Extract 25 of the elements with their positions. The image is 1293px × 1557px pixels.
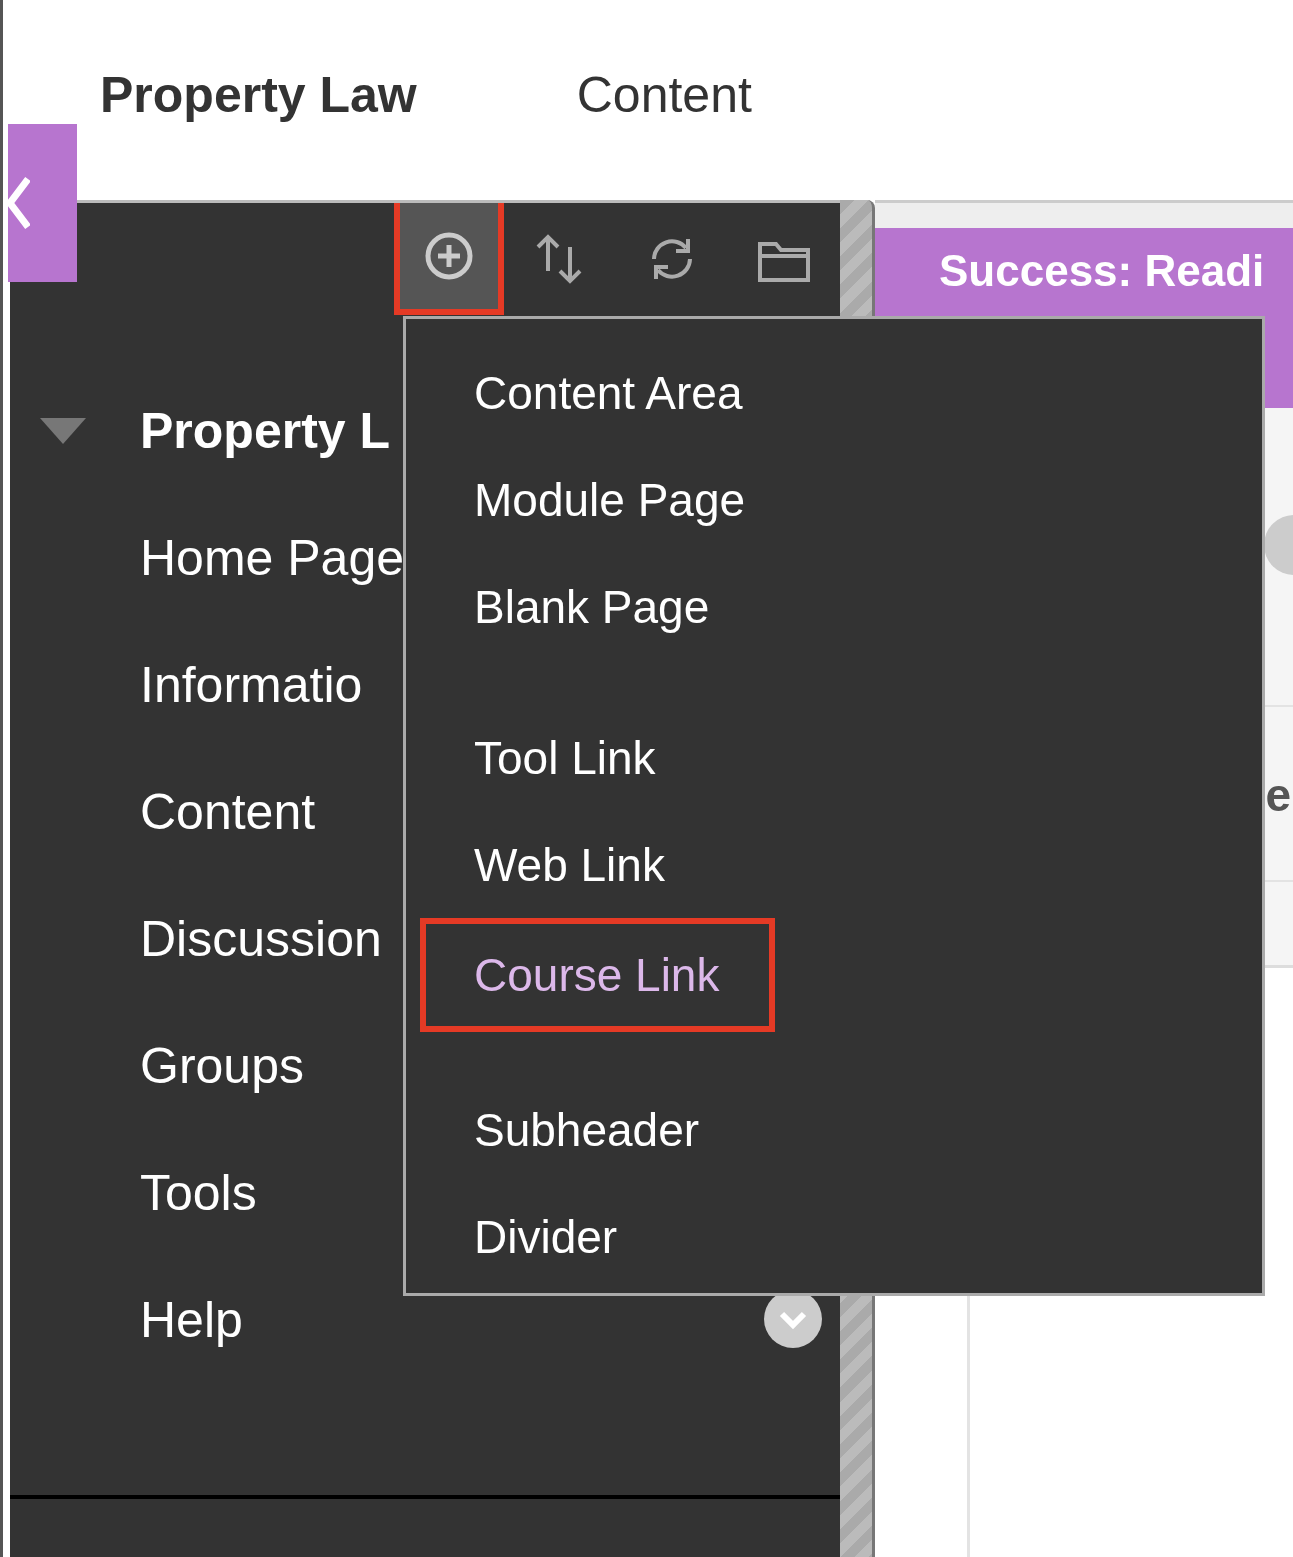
heading-fragment: e bbox=[1265, 768, 1291, 822]
add-icon bbox=[423, 230, 475, 282]
menu-link[interactable]: Content bbox=[140, 782, 316, 841]
menu-link[interactable]: Discussion bbox=[140, 909, 382, 968]
collapse-tab[interactable] bbox=[8, 124, 77, 282]
chevron-left-icon[interactable] bbox=[8, 175, 30, 231]
menu-item[interactable]: Web Link bbox=[420, 811, 721, 918]
add-button[interactable] bbox=[394, 203, 504, 315]
menu-item[interactable]: Module Page bbox=[420, 446, 802, 553]
menu-item[interactable]: Tool Link bbox=[420, 704, 712, 811]
menu-item[interactable]: Content Area bbox=[420, 339, 799, 446]
course-name[interactable]: Property L bbox=[140, 401, 391, 460]
menu-item[interactable]: Course Link bbox=[420, 918, 776, 1032]
menu-link[interactable]: Home Page bbox=[140, 528, 405, 587]
success-message: Success: Readi bbox=[939, 246, 1265, 296]
menu-item[interactable]: Divider bbox=[420, 1183, 674, 1290]
course-title: Property Law bbox=[100, 66, 417, 124]
menu-link[interactable]: Tools bbox=[140, 1163, 257, 1222]
collapse-triangle-icon[interactable] bbox=[40, 417, 86, 444]
menu-link[interactable]: Informatio bbox=[140, 655, 363, 714]
menu-item[interactable]: Blank Page bbox=[420, 553, 766, 660]
page-title: Content bbox=[576, 66, 752, 124]
menu-link[interactable]: Help bbox=[140, 1290, 243, 1349]
menu-item[interactable]: Subheader bbox=[420, 1076, 756, 1183]
menu-link[interactable]: Groups bbox=[140, 1036, 304, 1095]
